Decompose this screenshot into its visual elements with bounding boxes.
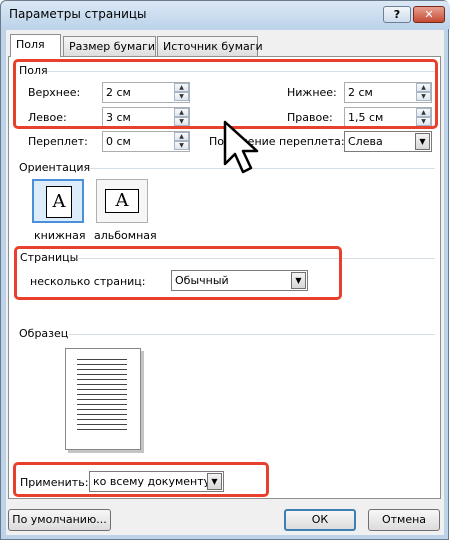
preview-page-thumbnail: [65, 348, 141, 450]
pages-highlight-frame: [14, 246, 342, 300]
chevron-down-icon[interactable]: ▼: [415, 133, 430, 150]
spin-down-icon[interactable]: ▼: [174, 141, 189, 150]
set-as-default-button[interactable]: По умолчанию...: [8, 509, 111, 531]
portrait-button[interactable]: A: [32, 179, 84, 223]
mouse-pointer-icon: [223, 120, 259, 174]
gutter-position-value: Слева: [348, 135, 383, 148]
spin-up-icon[interactable]: ▲: [174, 132, 189, 141]
close-button[interactable]: ✕: [413, 6, 445, 23]
apply-highlight-frame: [13, 462, 269, 497]
landscape-label: альбомная: [94, 229, 157, 242]
tab-margins[interactable]: Поля: [10, 34, 61, 57]
preview-group-divider: [69, 334, 435, 335]
page-setup-dialog: Параметры страницы ? ✕ Поля Размер бумаг…: [0, 0, 450, 540]
tab-paper-size[interactable]: Размер бумаги: [63, 36, 156, 56]
gutter-position-select[interactable]: Слева ▼: [344, 131, 432, 152]
title-bar[interactable]: Параметры страницы ? ✕: [1, 1, 450, 29]
portrait-page-icon: A: [46, 186, 72, 218]
orientation-group-label: Ориентация: [19, 161, 91, 174]
landscape-page-icon: A: [105, 189, 139, 213]
preview-group-label: Образец: [19, 327, 69, 340]
landscape-button[interactable]: A: [96, 179, 148, 223]
cancel-button[interactable]: Отмена: [368, 509, 440, 531]
dialog-title: Параметры страницы: [9, 7, 147, 21]
gutter-spinner[interactable]: 0 см ▲ ▼: [102, 131, 190, 152]
help-button[interactable]: ?: [383, 6, 411, 23]
margins-highlight-frame: [13, 59, 438, 129]
dialog-body: Поля Размер бумаги Источник бумаги Поля …: [6, 30, 444, 535]
gutter-label: Переплет:: [28, 135, 88, 148]
portrait-label: книжная: [34, 229, 86, 242]
ok-button[interactable]: ОК: [284, 509, 356, 531]
tab-paper-source[interactable]: Источник бумаги: [157, 36, 263, 56]
gutter-value: 0 см: [106, 135, 131, 148]
